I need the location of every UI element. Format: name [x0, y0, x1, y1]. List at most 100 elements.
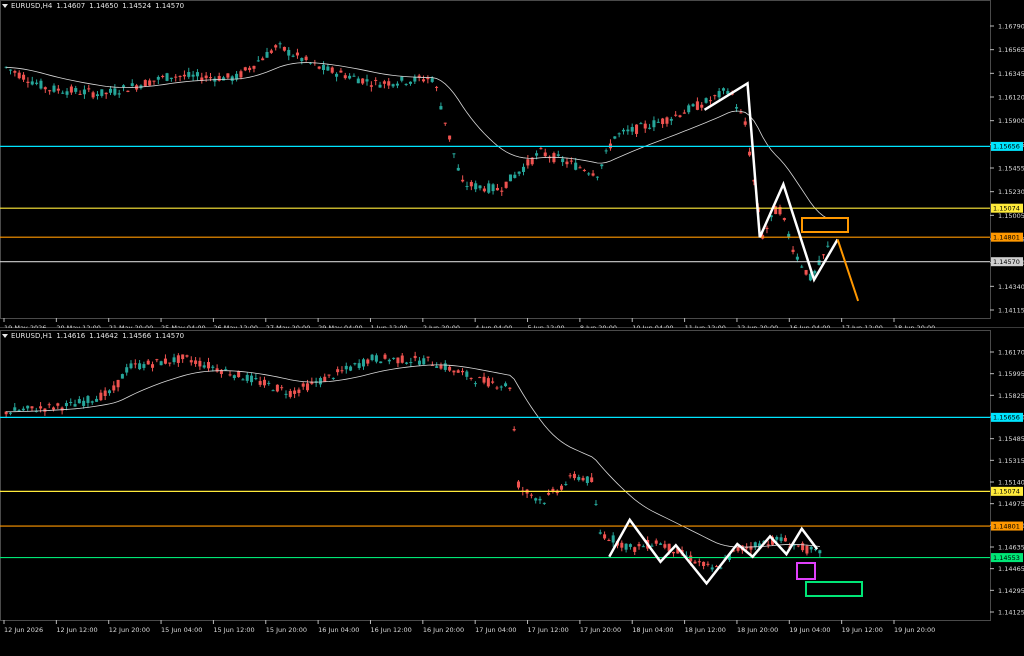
- candle-body: [248, 67, 252, 71]
- candle-body: [743, 121, 747, 125]
- candle-body: [304, 56, 308, 61]
- candle-body: [267, 382, 271, 384]
- candle-body: [474, 183, 478, 190]
- candle-body: [693, 561, 697, 564]
- candle-body: [521, 166, 526, 172]
- candle-body: [331, 377, 335, 379]
- candle-body: [356, 78, 360, 84]
- candle-body: [300, 58, 304, 61]
- plot-frame: [0, 330, 991, 621]
- candle-body: [22, 74, 26, 80]
- candle-body: [8, 412, 12, 414]
- candle-body: [217, 75, 221, 81]
- candle-body: [621, 129, 626, 132]
- candle-body: [104, 92, 108, 95]
- candle-body: [578, 167, 582, 169]
- candle-body: [243, 67, 247, 71]
- candle-body: [265, 51, 269, 58]
- candle-body: [404, 83, 408, 85]
- candle-body: [577, 477, 581, 480]
- price-tag-label: 1.14570: [993, 258, 1020, 266]
- x-tick-label: 18 Jun 12:00: [685, 626, 726, 634]
- candle-body: [499, 386, 503, 388]
- candle-body: [826, 245, 830, 247]
- candle-body: [26, 81, 30, 83]
- y-tick-label: 1.15825: [998, 392, 1024, 400]
- candle-body: [604, 150, 608, 152]
- candle-body: [504, 181, 508, 188]
- x-tick-label: 10 Jun 04:00: [632, 324, 673, 328]
- candle-body: [282, 46, 286, 51]
- candle-body: [805, 545, 809, 554]
- candle-body: [113, 88, 117, 95]
- candle-body: [78, 93, 82, 95]
- candle-body: [271, 390, 275, 392]
- candle-body: [687, 105, 691, 113]
- pattern-box: [796, 562, 816, 580]
- candle-body: [288, 390, 292, 397]
- candle-body: [395, 83, 399, 86]
- candle-body: [47, 404, 51, 406]
- chart-canvas-h4[interactable]: 1.16790 1.16565 1.16345 1.16120 1.15900 1.156…: [0, 0, 1024, 328]
- candle-body: [465, 371, 469, 377]
- candle-body: [556, 154, 560, 156]
- candle-body: [387, 359, 391, 362]
- candle-body: [48, 90, 52, 92]
- candle-body: [74, 88, 78, 92]
- chart-canvas-h1[interactable]: 1.161701.159951.158251.156501.154851.153…: [0, 330, 1024, 656]
- candle-body: [91, 92, 95, 98]
- candle-body: [491, 381, 495, 383]
- x-tick-label: 27 May 20:00: [266, 324, 311, 328]
- candle-body: [643, 123, 647, 129]
- candle-body: [795, 256, 799, 260]
- candle-body: [633, 547, 637, 552]
- candle-body: [603, 534, 607, 539]
- candle-body: [482, 188, 486, 192]
- candle-body: [61, 92, 65, 94]
- candle-body: [443, 363, 447, 370]
- candle-body: [156, 76, 160, 80]
- candle-body: [151, 364, 155, 368]
- candle-body: [529, 494, 533, 496]
- candle-body: [17, 72, 21, 79]
- candle-body: [695, 101, 699, 110]
- candle-body: [353, 363, 357, 365]
- x-tick-label: 17 Jun 20:00: [580, 626, 621, 634]
- candle-body: [574, 162, 578, 170]
- x-tick-label: 29 May 04:00: [318, 324, 363, 328]
- y-tick-label: 1.15140: [998, 479, 1024, 487]
- y-tick-label: 1.16565: [998, 46, 1024, 54]
- y-tick-label: 1.15995: [998, 370, 1024, 378]
- candle-body: [191, 74, 195, 77]
- candle-body: [482, 376, 486, 383]
- x-tick-label: 12 Jun 20:00: [737, 324, 778, 328]
- x-tick-label: 18 Jun 20:00: [894, 324, 935, 328]
- candle-body: [165, 73, 169, 81]
- candle-body: [765, 227, 769, 229]
- candle-body: [766, 544, 770, 546]
- candle-body: [560, 485, 564, 490]
- y-tick-label: 1.16345: [998, 70, 1024, 78]
- candle-body: [620, 542, 624, 548]
- candle-body: [417, 360, 421, 365]
- candle-body: [547, 492, 551, 495]
- candle-body: [17, 410, 21, 412]
- candle-body: [654, 540, 658, 544]
- candle-body: [538, 498, 542, 501]
- candle-body: [87, 88, 91, 90]
- candle-body: [697, 561, 701, 563]
- candle-body: [129, 363, 133, 369]
- chart-panel-h1[interactable]: EURUSD,H1 1.14616 1.14642 1.14566 1.14570 1.…: [0, 330, 1024, 656]
- x-tick-label: 12 Jun 20:00: [109, 626, 150, 634]
- chart-panel-h4[interactable]: EURUSD,H4 1.14607 1.14650 1.14524 1.14570 1.…: [0, 0, 1024, 328]
- candle-body: [241, 379, 245, 381]
- candle-body: [13, 71, 17, 73]
- candle-body: [721, 88, 726, 91]
- candle-body: [400, 76, 404, 81]
- candle-body: [161, 75, 165, 77]
- candle-body: [340, 370, 344, 372]
- candle-body: [504, 383, 508, 387]
- candle-body: [352, 75, 356, 77]
- candle-body: [43, 87, 47, 90]
- candle-body: [630, 127, 634, 132]
